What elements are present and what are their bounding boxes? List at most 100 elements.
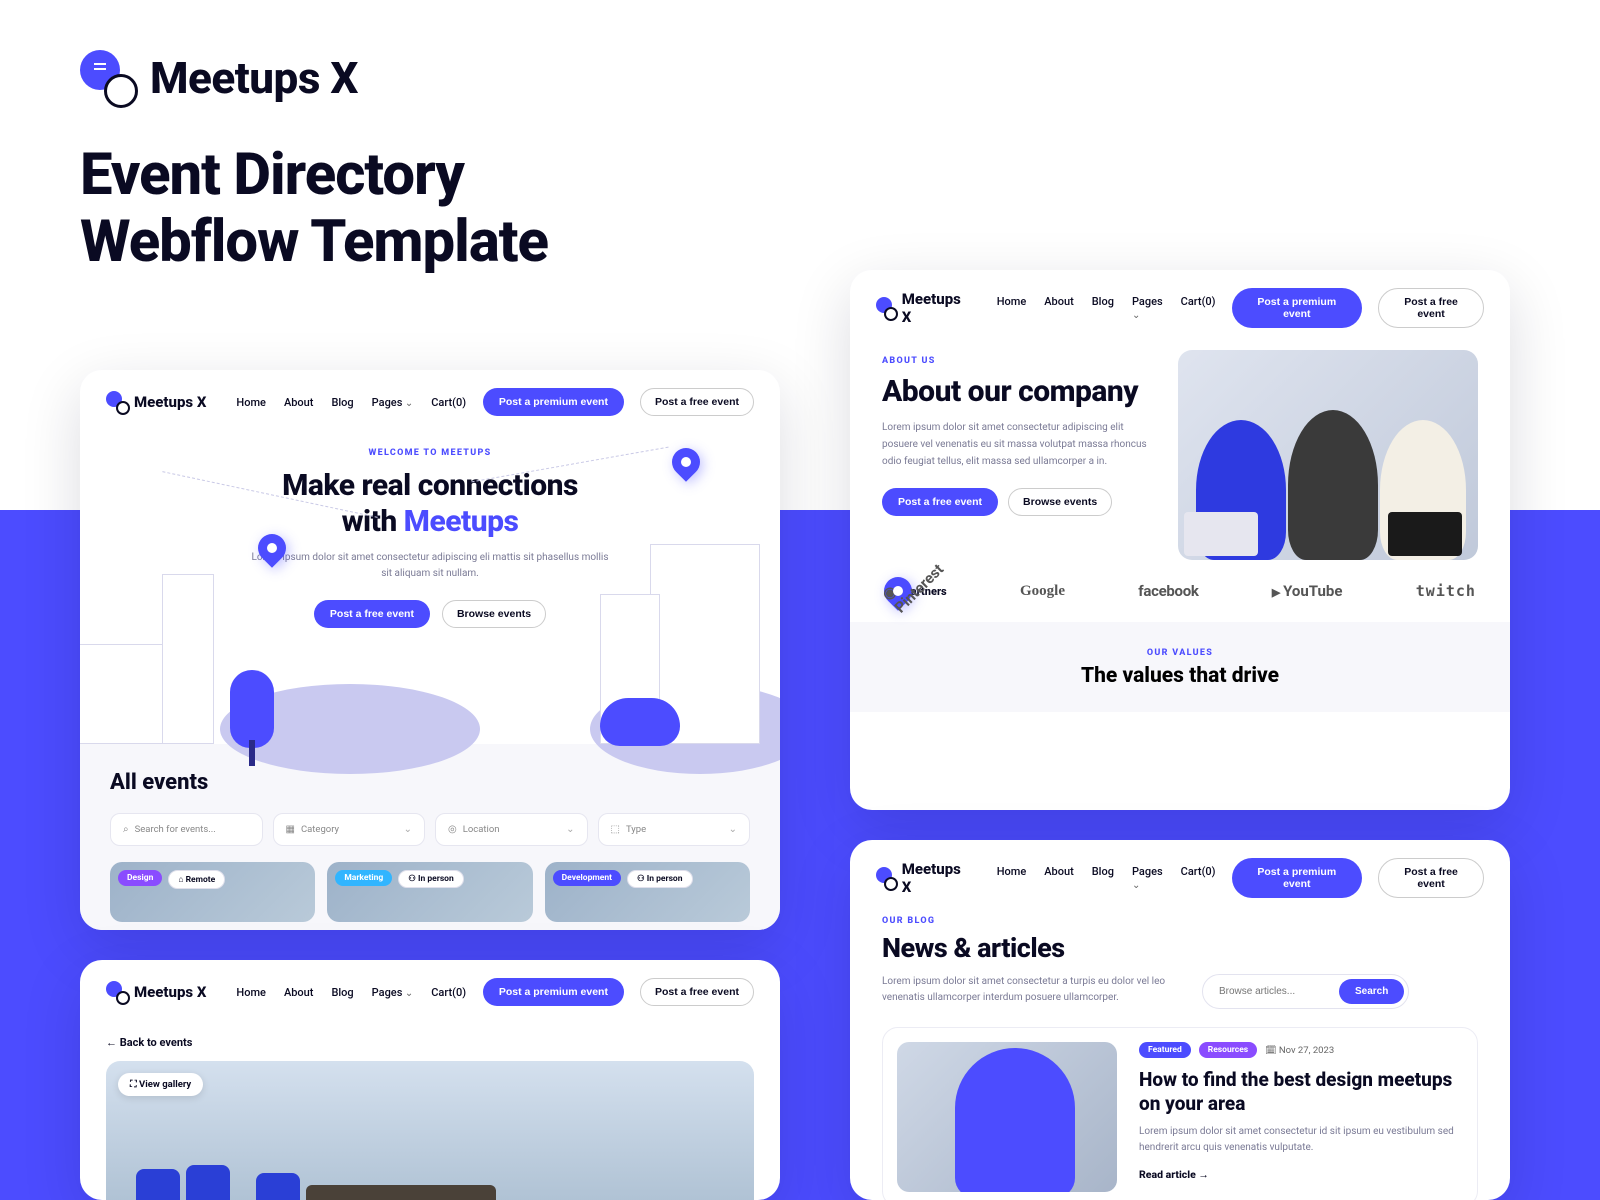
nav-logo[interactable]: Meetups X bbox=[106, 981, 206, 1003]
type-select[interactable]: ⬚Type⌄ bbox=[598, 813, 751, 846]
tag-featured: Featured bbox=[1139, 1042, 1191, 1058]
nav-blog[interactable]: Blog bbox=[1092, 295, 1114, 321]
post-premium-button[interactable]: Post a premium event bbox=[483, 388, 624, 416]
chat-bubble-icon bbox=[106, 981, 128, 1003]
preview-event-card: Meetups X Home About Blog Pages Cart(0) … bbox=[80, 960, 780, 1200]
home-heading: Make real connections with Meetups bbox=[120, 468, 740, 540]
tree-icon bbox=[230, 670, 274, 748]
hero-title: Event Directory Webflow Template bbox=[80, 142, 1600, 275]
nav-home[interactable]: Home bbox=[997, 865, 1027, 891]
hero-eyebrow: WELCOME TO MEETUPS bbox=[120, 448, 740, 458]
nav-logo[interactable]: Meetups X bbox=[876, 290, 967, 326]
article-title: How to find the best design meetups on y… bbox=[1139, 1068, 1463, 1116]
person-icon: ⚇ bbox=[408, 874, 418, 884]
article-date: Nov 27, 2023 bbox=[1265, 1045, 1334, 1056]
nav-home[interactable]: Home bbox=[236, 986, 266, 999]
home-subtext: Lorem ipsum dolor sit amet consectetur a… bbox=[250, 550, 610, 582]
chat-bubble-icon bbox=[876, 297, 896, 319]
nav-bar: Meetups X Home About Blog Pages Cart(0) … bbox=[80, 370, 780, 434]
nav-bar: Meetups X Home About Blog Pages Cart(0) … bbox=[80, 960, 780, 1024]
nav-home[interactable]: Home bbox=[236, 396, 266, 409]
nav-about[interactable]: About bbox=[1044, 295, 1074, 321]
location-select[interactable]: ◎Location⌄ bbox=[435, 813, 588, 846]
nav-about[interactable]: About bbox=[284, 986, 314, 999]
nav-about[interactable]: About bbox=[284, 396, 314, 409]
search-input[interactable] bbox=[1219, 986, 1339, 997]
blog-eyebrow: OUR BLOG bbox=[882, 916, 1478, 926]
pin-icon: ◎ bbox=[448, 824, 457, 835]
article-search[interactable]: Search bbox=[1202, 974, 1409, 1009]
tag-resources: Resources bbox=[1199, 1042, 1257, 1058]
preview-about-card: Meetups X Home About Blog Pages Cart(0) … bbox=[850, 270, 1510, 810]
nav-home[interactable]: Home bbox=[997, 295, 1027, 321]
search-button[interactable]: Search bbox=[1339, 979, 1404, 1004]
preview-blog-card: Meetups X Home About Blog Pages Cart(0) … bbox=[850, 840, 1510, 1200]
post-free-button[interactable]: Post a free event bbox=[1378, 858, 1484, 898]
nav-pages[interactable]: Pages bbox=[1132, 865, 1163, 891]
read-article-link[interactable]: Read article → bbox=[1139, 1168, 1209, 1181]
preview-home-card: Meetups X Home About Blog Pages Cart(0) … bbox=[80, 370, 780, 930]
post-premium-button[interactable]: Post a premium event bbox=[483, 978, 624, 1006]
tag-icon: ⬚ bbox=[611, 824, 620, 835]
category-select[interactable]: ▦Category⌄ bbox=[273, 813, 426, 846]
nav-cart[interactable]: Cart(0) bbox=[1181, 295, 1216, 321]
nav-cart[interactable]: Cart(0) bbox=[431, 396, 466, 409]
nav-pages[interactable]: Pages bbox=[1132, 295, 1163, 321]
about-photo bbox=[1178, 350, 1478, 560]
nav-cart[interactable]: Cart(0) bbox=[431, 986, 466, 999]
article-card[interactable]: Featured Resources Nov 27, 2023 How to f… bbox=[882, 1027, 1478, 1200]
nav-logo[interactable]: Meetups X bbox=[106, 391, 206, 413]
partner-google: Google bbox=[1020, 583, 1065, 600]
values-eyebrow: OUR VALUES bbox=[850, 648, 1510, 658]
blog-heading: News & articles bbox=[882, 932, 1478, 964]
event-gallery: ⛶ View gallery bbox=[106, 1061, 754, 1200]
partner-pinterest: Pinterest bbox=[878, 571, 918, 611]
event-tile[interactable]: Marketing⚇ In person bbox=[327, 862, 532, 922]
person-icon: ⚇ bbox=[637, 874, 647, 884]
post-premium-button[interactable]: Post a premium event bbox=[1232, 858, 1363, 898]
back-to-events-link[interactable]: ← Back to events bbox=[106, 1024, 754, 1061]
post-free-button[interactable]: Post a free event bbox=[640, 388, 754, 416]
view-gallery-button[interactable]: ⛶ View gallery bbox=[118, 1073, 203, 1096]
search-icon: ⌕ bbox=[123, 824, 129, 835]
hero-logo: Meetups X bbox=[80, 50, 1600, 106]
nav-about[interactable]: About bbox=[1044, 865, 1074, 891]
chevron-down-icon: ⌄ bbox=[729, 824, 737, 835]
chat-bubble-icon bbox=[106, 391, 128, 413]
article-excerpt: Lorem ipsum dolor sit amet consectetur i… bbox=[1139, 1124, 1463, 1156]
nav-pages[interactable]: Pages bbox=[372, 396, 414, 409]
values-heading: The values that drive bbox=[850, 664, 1510, 688]
partner-youtube: YouTube bbox=[1272, 582, 1343, 600]
article-image bbox=[897, 1042, 1117, 1192]
chat-bubble-icon bbox=[80, 50, 136, 106]
event-tile[interactable]: Design⌂ Remote bbox=[110, 862, 315, 922]
about-post-free-button[interactable]: Post a free event bbox=[882, 488, 998, 516]
chevron-down-icon: ⌄ bbox=[566, 824, 574, 835]
bush-icon bbox=[600, 698, 680, 746]
nav-blog[interactable]: Blog bbox=[1092, 865, 1114, 891]
about-body: Lorem ipsum dolor sit amet consectetur a… bbox=[882, 419, 1152, 470]
about-browse-button[interactable]: Browse events bbox=[1008, 488, 1112, 516]
all-events-heading: All events bbox=[110, 770, 750, 795]
nav-cart[interactable]: Cart(0) bbox=[1181, 865, 1216, 891]
nav-bar: Meetups X Home About Blog Pages Cart(0) … bbox=[850, 270, 1510, 346]
nav-logo[interactable]: Meetups X bbox=[876, 860, 967, 896]
chevron-down-icon: ⌄ bbox=[404, 824, 412, 835]
hero-browse-button[interactable]: Browse events bbox=[442, 600, 546, 628]
about-eyebrow: ABOUT US bbox=[882, 356, 1152, 366]
about-heading: About our company bbox=[882, 374, 1152, 409]
event-tile[interactable]: Development⚇ In person bbox=[545, 862, 750, 922]
partner-facebook: facebook bbox=[1138, 582, 1198, 600]
search-input[interactable]: ⌕Search for events... bbox=[110, 813, 263, 846]
hero-post-free-button[interactable]: Post a free event bbox=[314, 600, 430, 628]
nav-pages[interactable]: Pages bbox=[372, 986, 414, 999]
nav-bar: Meetups X Home About Blog Pages Cart(0) … bbox=[850, 840, 1510, 916]
grid-icon: ▦ bbox=[286, 824, 295, 835]
post-free-button[interactable]: Post a free event bbox=[640, 978, 754, 1006]
post-premium-button[interactable]: Post a premium event bbox=[1232, 288, 1363, 328]
brand-name: Meetups X bbox=[150, 52, 358, 104]
nav-blog[interactable]: Blog bbox=[331, 986, 353, 999]
post-free-button[interactable]: Post a free event bbox=[1378, 288, 1484, 328]
nav-blog[interactable]: Blog bbox=[331, 396, 353, 409]
remote-icon: ⌂ bbox=[178, 875, 185, 885]
